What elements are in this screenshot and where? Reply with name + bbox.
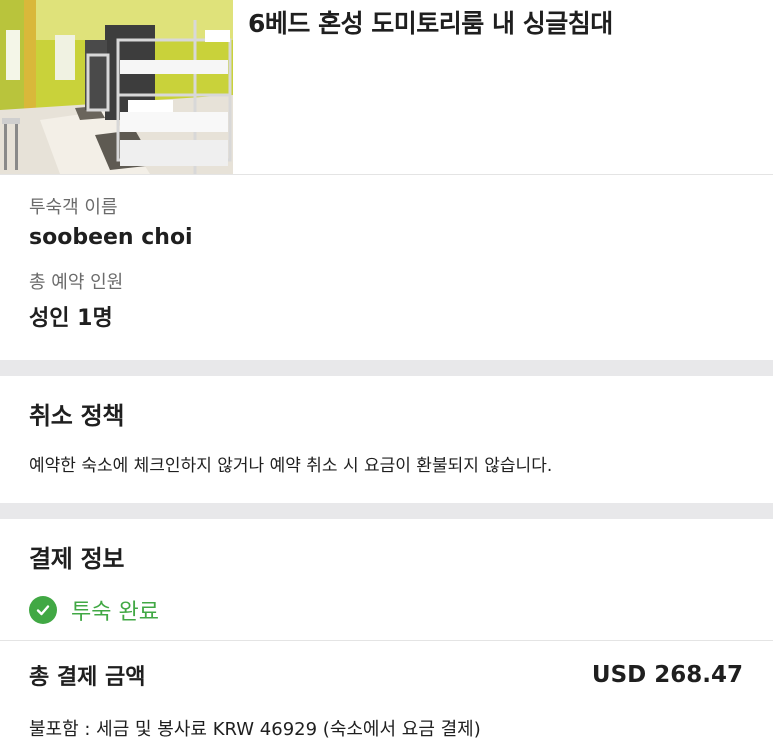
stay-status-text: 투숙 완료 [71,600,159,625]
guest-count-label: 총 예약 인원 [29,272,124,293]
room-header: 6베드 혼성 도미토리룸 내 싱글침대 [0,0,773,175]
guest-info-section: 투숙객 이름 soobeen choi 총 예약 인원 성인 1명 [0,175,773,360]
cancellation-policy-section: 취소 정책 예약한 숙소에 체크인하지 않거나 예약 취소 시 요금이 환불되지… [0,376,773,503]
stay-status: 투숙 완료 [29,594,744,626]
total-payment-row: 총 결제 금액 USD 268.47 [0,641,773,691]
excluded-fees-note: 불포함 : 세금 및 봉사료 KRW 46929 (숙소에서 요금 결제) [29,719,481,740]
guest-name-label: 투숙객 이름 [29,197,118,218]
total-payment-amount: USD 268.47 [591,662,743,688]
cancellation-policy-title: 취소 정책 [29,402,125,430]
guest-count-value: 성인 1명 [29,306,113,331]
check-circle-icon [29,596,57,624]
cancellation-policy-text: 예약한 숙소에 체크인하지 않거나 예약 취소 시 요금이 환불되지 않습니다. [29,456,553,476]
total-payment-label: 총 결제 금액 [29,665,146,690]
section-separator [0,360,773,376]
room-title: 6베드 혼성 도미토리룸 내 싱글침대 [248,9,613,38]
payment-info-section: 결제 정보 투숙 완료 [0,519,773,641]
payment-info-title: 결제 정보 [29,545,125,573]
guest-name-value: soobeen choi [29,225,193,250]
room-photo [0,0,233,174]
section-separator [0,503,773,519]
